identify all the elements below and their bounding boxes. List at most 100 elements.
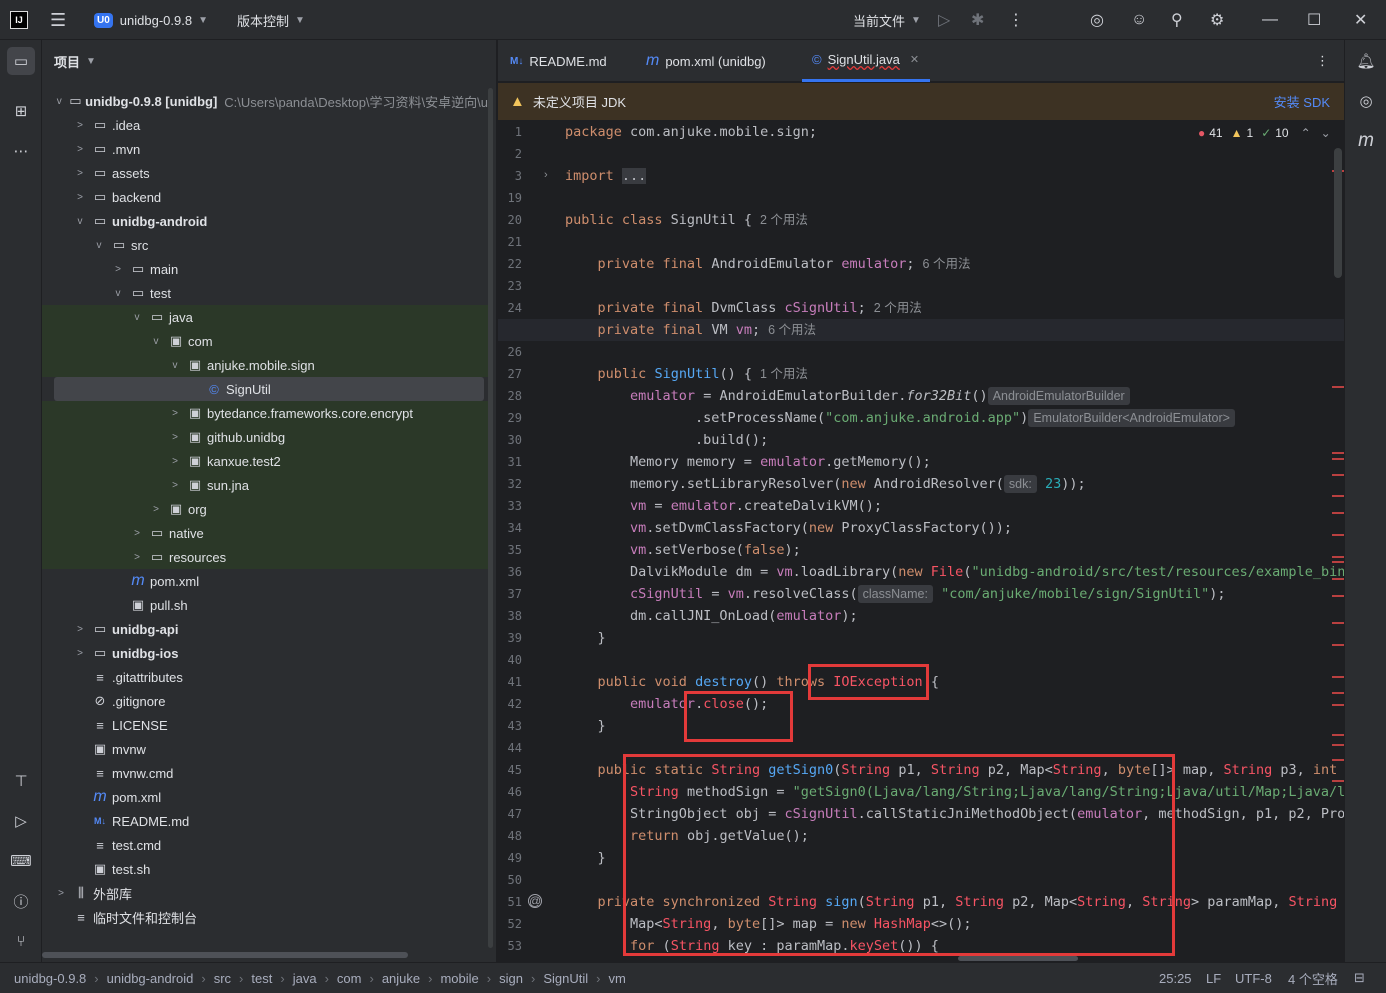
chevron-right-icon[interactable]: > [73, 120, 87, 131]
tree-item[interactable]: ≡ .gitattributes [42, 665, 488, 689]
build-tool-icon[interactable]: ⊤ [7, 767, 35, 795]
inspection-widget[interactable]: ● 41 ▲ 1 ✓ 10 ⌃ ⌄ [1198, 126, 1331, 140]
debug-icon[interactable]: ✱ [971, 0, 984, 40]
tree-item[interactable]: ≡ test.cmd [42, 833, 488, 857]
editor-scrollbar[interactable] [1334, 148, 1342, 278]
tree-item[interactable]: > ⫼ 外部库 [42, 881, 488, 905]
annotation-gutter-icon[interactable]: @ [528, 894, 542, 908]
tab-signutil[interactable]: © SignUtil.java ✕ [802, 40, 930, 82]
chevron-right-icon[interactable]: > [73, 624, 87, 635]
panel-title[interactable]: 项目 ▼ [54, 52, 96, 71]
tree-item[interactable]: M↓ README.md [42, 809, 488, 833]
tree-item[interactable]: v ▭ unidbg-android [42, 209, 488, 233]
error-mark[interactable] [1332, 561, 1344, 563]
error-mark[interactable] [1332, 676, 1344, 678]
notifications-icon[interactable]: 🔔︎ [1352, 47, 1380, 75]
breadcrumb-item[interactable]: com [337, 971, 362, 986]
tree-item[interactable]: ≡ mvnw.cmd [42, 761, 488, 785]
editor-hscrollbar[interactable] [958, 956, 1078, 961]
breadcrumb-item[interactable]: test [251, 971, 272, 986]
breadcrumb-item[interactable]: sign [499, 971, 523, 986]
tree-item[interactable]: > ▭ native [42, 521, 488, 545]
git-tool-icon[interactable]: ⑂ [7, 927, 35, 955]
tree-item[interactable]: ▣ test.sh [42, 857, 488, 881]
chevron-down-icon[interactable]: v [73, 216, 87, 227]
tab-readme[interactable]: M↓ README.md [510, 40, 607, 82]
problems-tool-icon[interactable]: ⓘ [7, 887, 35, 915]
tree-item[interactable]: ≡ LICENSE [42, 713, 488, 737]
tree-item[interactable]: v ▭ test [42, 281, 488, 305]
tree-item[interactable]: > ▣ sun.jna [42, 473, 488, 497]
chevron-right-icon[interactable]: > [130, 552, 144, 563]
error-mark[interactable] [1332, 744, 1344, 746]
tree-item[interactable]: v ▣ anjuke.mobile.sign [42, 353, 488, 377]
breadcrumb-item[interactable]: unidbg-0.9.8 [14, 971, 86, 986]
error-mark[interactable] [1332, 556, 1344, 558]
tree-item[interactable]: > ▭ assets [42, 161, 488, 185]
tree-item[interactable]: ≡ 临时文件和控制台 [42, 905, 488, 929]
maximize-icon[interactable]: ☐ [1307, 0, 1321, 40]
error-mark[interactable] [1332, 578, 1344, 580]
error-mark[interactable] [1332, 452, 1344, 454]
add-user-icon[interactable]: ☺ [1131, 0, 1147, 40]
more-actions-icon[interactable]: ⋮ [1008, 0, 1024, 40]
error-mark[interactable] [1332, 692, 1344, 694]
chevron-down-icon[interactable]: ⌄ [1321, 126, 1331, 140]
tree-item[interactable]: ⊘ .gitignore [42, 689, 488, 713]
chevron-right-icon[interactable]: > [168, 456, 182, 467]
error-mark[interactable] [1332, 734, 1344, 736]
breadcrumb-item[interactable]: vm [608, 971, 625, 986]
chevron-down-icon[interactable]: v [168, 360, 182, 371]
error-mark[interactable] [1332, 474, 1344, 476]
error-mark[interactable] [1332, 386, 1344, 388]
close-tab-icon[interactable]: ✕ [910, 53, 919, 66]
minimize-icon[interactable]: — [1262, 0, 1278, 40]
breadcrumb-item[interactable]: unidbg-android [107, 971, 194, 986]
main-menu-icon[interactable]: ☰ [50, 0, 66, 40]
chevron-right-icon[interactable]: > [168, 480, 182, 491]
maven-tool-icon[interactable]: m [1352, 127, 1380, 155]
chevron-right-icon[interactable]: > [73, 192, 87, 203]
ai-assistant-icon[interactable]: ◎ [1090, 0, 1104, 40]
chevron-right-icon[interactable]: > [168, 432, 182, 443]
error-mark[interactable] [1332, 495, 1344, 497]
chevron-down-icon[interactable]: v [111, 288, 125, 299]
tree-item[interactable]: > ▣ kanxue.test2 [42, 449, 488, 473]
ai-chat-icon[interactable]: ◎ [1352, 87, 1380, 115]
tree-item[interactable]: > ▭ .mvn [42, 137, 488, 161]
chevron-right-icon[interactable]: > [168, 408, 182, 419]
chevron-down-icon[interactable]: v [92, 240, 106, 251]
install-sdk-link[interactable]: 安装 SDK [1274, 92, 1330, 111]
tabs-more-icon[interactable]: ⋮ [1316, 40, 1329, 82]
breadcrumb-item[interactable]: mobile [440, 971, 478, 986]
services-tool-icon[interactable]: ▷ [7, 807, 35, 835]
close-icon[interactable]: ✕ [1354, 0, 1367, 40]
cursor-position[interactable]: 25:25 [1159, 963, 1192, 993]
terminal-tool-icon[interactable]: ⌨ [7, 847, 35, 875]
error-mark[interactable] [1332, 534, 1344, 536]
indent-setting[interactable]: 4 个空格 [1288, 963, 1338, 993]
chevron-right-icon[interactable]: > [130, 528, 144, 539]
tree-item[interactable]: v ▭ unidbg-0.9.8 [unidbg] C:\Users\panda\De… [42, 89, 488, 113]
error-mark[interactable] [1332, 759, 1344, 761]
breadcrumb-item[interactable]: anjuke [382, 971, 420, 986]
vertical-scrollbar[interactable] [488, 88, 493, 948]
tree-item[interactable]: © SignUtil [54, 377, 484, 401]
tab-pom[interactable]: m pom.xml (unidbg) [646, 40, 766, 82]
chevron-up-icon[interactable]: ⌃ [1301, 126, 1311, 140]
more-tools-icon[interactable]: ⋯ [7, 137, 35, 165]
settings-icon[interactable]: ⚙ [1210, 0, 1224, 40]
chevron-right-icon[interactable]: > [54, 888, 68, 899]
tree-item[interactable]: > ▭ main [42, 257, 488, 281]
tree-item[interactable]: > ▣ org [42, 497, 488, 521]
search-icon[interactable]: ⚲ [1171, 0, 1183, 40]
error-mark[interactable] [1332, 644, 1344, 646]
error-mark[interactable] [1332, 780, 1344, 782]
chevron-right-icon[interactable]: > [73, 168, 87, 179]
error-mark[interactable] [1332, 595, 1344, 597]
code-editor[interactable]: 1231920212223242526272829303132333435363… [498, 120, 1344, 962]
lock-icon[interactable]: ⊟ [1354, 963, 1365, 993]
error-mark[interactable] [1332, 458, 1344, 460]
tree-item[interactable]: > ▭ unidbg-ios [42, 641, 488, 665]
file-encoding[interactable]: UTF-8 [1235, 963, 1272, 993]
